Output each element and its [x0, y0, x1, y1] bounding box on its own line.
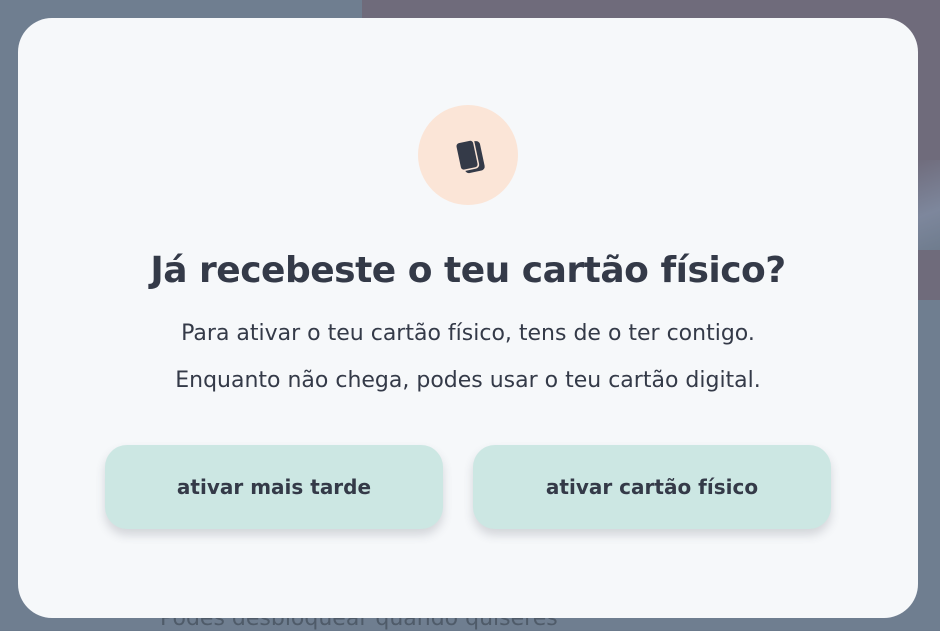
activate-later-button[interactable]: ativar mais tarde — [105, 445, 443, 529]
modal-description-line-2: Enquanto não chega, podes usar o teu car… — [175, 368, 761, 393]
activate-card-modal: Já recebeste o teu cartão físico? Para a… — [18, 18, 918, 618]
cards-icon — [454, 139, 485, 174]
activate-physical-card-button[interactable]: ativar cartão físico — [473, 445, 831, 529]
modal-description-line-1: Para ativar o teu cartão físico, tens de… — [181, 321, 755, 346]
modal-title: Já recebeste o teu cartão físico? — [150, 250, 786, 291]
cards-icon-badge — [418, 105, 518, 205]
